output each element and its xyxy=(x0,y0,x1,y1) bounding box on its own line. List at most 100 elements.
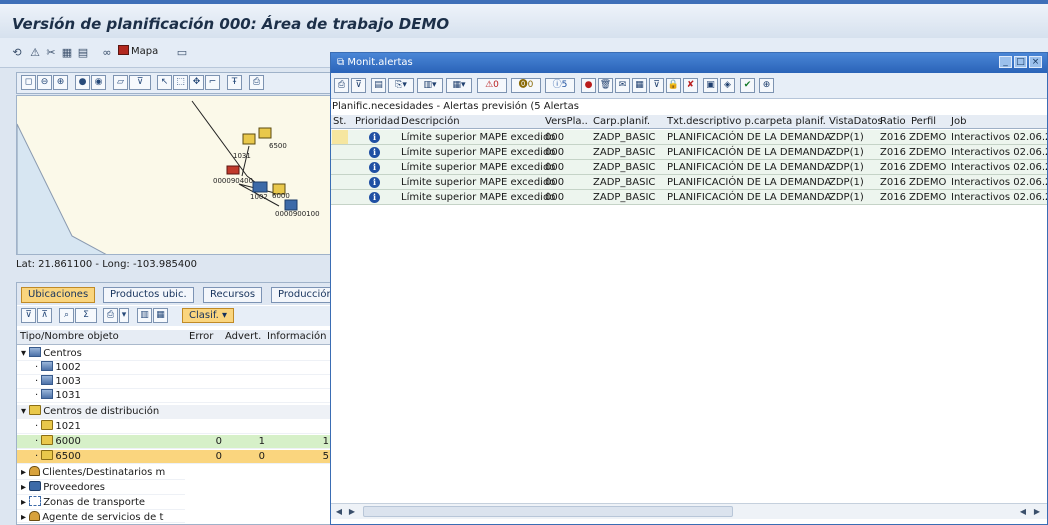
tree-node-cd[interactable]: ▾ Centros de distribución xyxy=(17,405,331,419)
layout2-icon[interactable]: ▦ xyxy=(153,308,168,323)
table-icon[interactable]: ▦ xyxy=(632,78,647,93)
scroll-left-icon[interactable]: ◀ xyxy=(333,506,345,517)
distribution-center-icon xyxy=(41,420,54,430)
filter-icon[interactable]: ⊽ xyxy=(129,75,151,90)
col-vistadatos[interactable]: VistaDatos xyxy=(829,115,883,129)
tree-toolbar: ⊽ ⊼ ⌕ Σ ⎙ ▾ ▥ ▦ Clasif. ▾ xyxy=(17,306,331,326)
error-filter-button[interactable]: ⚠0 xyxy=(477,78,507,93)
minimize-icon[interactable]: _ xyxy=(999,56,1012,68)
clasif-button[interactable]: Clasif. ▾ xyxy=(182,308,235,323)
expand-icon[interactable]: ⊼ xyxy=(37,308,52,323)
zone-icon xyxy=(29,496,42,506)
scroll-thumb[interactable] xyxy=(363,506,733,517)
info-filter-button[interactable]: ⓘ5 xyxy=(545,78,575,93)
tree-item[interactable]: · 1021 xyxy=(17,420,331,434)
tree-node-zonas[interactable]: ▸ Zonas de transporte xyxy=(17,496,185,510)
globe-icon[interactable]: ● xyxy=(75,75,90,90)
delete-icon[interactable]: 🗑 xyxy=(598,78,613,93)
layout-icon[interactable]: ▭ xyxy=(175,46,189,59)
tab-ubicaciones[interactable]: Ubicaciones xyxy=(21,287,96,303)
tools-icon[interactable]: ✂ xyxy=(44,46,58,59)
status-cell[interactable] xyxy=(332,130,348,144)
col-prioridad[interactable]: Prioridad xyxy=(355,115,400,129)
tree-item[interactable]: · 1002 xyxy=(17,361,331,375)
stop-icon[interactable]: ● xyxy=(581,78,596,93)
alert-row[interactable]: i Límite superior MAPE excedido 000 ZADP… xyxy=(331,160,1047,175)
check-icon[interactable]: ✔ xyxy=(740,78,755,93)
title-bar: Versión de planificación 000: Área de tr… xyxy=(0,0,1048,38)
col-job[interactable]: Job xyxy=(951,115,966,129)
export-icon[interactable]: ⎘▾ xyxy=(388,78,414,93)
find-icon[interactable]: ⌕ xyxy=(59,308,74,323)
tab-productos-ubic[interactable]: Productos ubic. xyxy=(103,287,194,303)
table-icon[interactable]: ▦ xyxy=(60,46,74,59)
warning-filter-button[interactable]: ⓿0 xyxy=(511,78,541,93)
zoom-icon[interactable]: ⊖ xyxy=(37,75,52,90)
print-icon[interactable]: ⎙ xyxy=(249,75,264,90)
globe2-icon[interactable]: ◉ xyxy=(91,75,106,90)
link-icon[interactable]: ∞ xyxy=(100,46,114,59)
lock-icon[interactable]: 🔒 xyxy=(666,78,681,93)
alert-row[interactable]: i Límite superior MAPE excedido 000 ZADP… xyxy=(331,145,1047,160)
text-icon[interactable]: Ŧ xyxy=(227,75,242,90)
scroll-right-end-icon[interactable]: ▶ xyxy=(1031,506,1043,517)
col-ratio[interactable]: Ratio xyxy=(880,115,906,129)
move-icon[interactable]: ✥ xyxy=(189,75,204,90)
mail-icon[interactable]: ✉ xyxy=(615,78,630,93)
select-icon[interactable]: ↖ xyxy=(157,75,172,90)
col-descripcion[interactable]: Descripción xyxy=(401,115,460,129)
alert-row[interactable]: i Límite superior MAPE excedido 000 ZADP… xyxy=(331,130,1047,145)
document-icon[interactable]: ▤ xyxy=(371,78,386,93)
col-txt-descriptivo[interactable]: Txt.descriptivo p.carpeta planif. xyxy=(667,115,826,129)
col-st[interactable]: St. xyxy=(333,115,346,129)
scroll-right-icon[interactable]: ▶ xyxy=(346,506,358,517)
tree-item[interactable]: · 6000 0 1 1 xyxy=(17,435,331,449)
layout-icon[interactable]: ▥ xyxy=(137,308,152,323)
col-verspla[interactable]: VersPla.. xyxy=(545,115,588,129)
zoom-in-icon[interactable]: ⊕ xyxy=(53,75,68,90)
draw-icon[interactable]: ⌐ xyxy=(205,75,220,90)
tree-item[interactable]: · 1003 xyxy=(17,375,331,389)
close-icon[interactable]: × xyxy=(1029,56,1042,68)
tree-item[interactable]: · 1031 xyxy=(17,389,331,403)
col-carp-planif[interactable]: Carp.planif. xyxy=(593,115,650,129)
zoom-icon[interactable]: ⊕ xyxy=(759,78,774,93)
zoom-out-icon[interactable]: ◻ xyxy=(21,75,36,90)
horizontal-scrollbar[interactable]: ◀ ▶ ◀ ▶ xyxy=(331,503,1047,519)
mapa-button[interactable]: Mapa xyxy=(118,45,158,57)
select-area-icon[interactable]: ⬚ xyxy=(173,75,188,90)
print-icon[interactable]: ⎙ xyxy=(103,308,118,323)
filter2-icon[interactable]: ⊽ xyxy=(649,78,664,93)
document-icon[interactable]: ▤ xyxy=(76,46,90,59)
delete-alert-icon[interactable]: ✘ xyxy=(683,78,698,93)
tree-node-proveedores[interactable]: ▸ Proveedores xyxy=(17,481,185,495)
tab-recursos[interactable]: Recursos xyxy=(203,287,263,303)
map-drawing: 6500 1031 000090400 1002 6000 0000900100 xyxy=(17,100,320,254)
refresh-icon[interactable]: ⟲ xyxy=(10,46,24,59)
settings-icon[interactable]: ◈ xyxy=(720,78,735,93)
dropdown-icon[interactable]: ▾ xyxy=(119,308,129,323)
distribution-center-icon xyxy=(41,435,54,445)
print-icon[interactable]: ⎙ xyxy=(334,78,349,93)
alert-row[interactable]: i Límite superior MAPE excedido 000 ZADP… xyxy=(331,175,1047,190)
alert-icon[interactable]: ⚠ xyxy=(28,46,42,59)
maximize-icon[interactable]: □ xyxy=(1014,56,1027,68)
save-icon[interactable]: ▥▾ xyxy=(417,78,443,93)
tree-node-centros[interactable]: ▾ Centros xyxy=(17,347,331,361)
col-perfil[interactable]: Perfil xyxy=(911,115,936,129)
filter-icon[interactable]: ⊽ xyxy=(351,78,366,93)
collapse-icon[interactable]: ⊽ xyxy=(21,308,36,323)
sum-icon[interactable]: Σ xyxy=(75,308,97,323)
edit-icon[interactable]: ▱ xyxy=(113,75,128,90)
alert-row[interactable]: i Límite superior MAPE excedido 000 ZADP… xyxy=(331,190,1047,205)
alert-monitor-window: ⧉ Monit.alertas _ □ × ⎙ ⊽ ▤ ⎘▾ ▥▾ ▦▾ ⚠0 … xyxy=(330,52,1048,525)
scroll-left-end-icon[interactable]: ◀ xyxy=(1017,506,1029,517)
tree-node-clientes[interactable]: ▸ Clientes/Destinatarios m xyxy=(17,466,185,480)
layout2-icon[interactable]: ▣ xyxy=(703,78,718,93)
map-canvas[interactable]: 6500 1031 000090400 1002 6000 0000900100 xyxy=(16,95,332,255)
layout-icon[interactable]: ▦▾ xyxy=(446,78,472,93)
info-icon: i xyxy=(369,192,380,203)
tree-node-agente[interactable]: ▸ Agente de servicios de t xyxy=(17,511,185,523)
info-icon: i xyxy=(369,177,380,188)
tree-item-selected[interactable]: · 6500 0 0 5 xyxy=(17,450,331,464)
